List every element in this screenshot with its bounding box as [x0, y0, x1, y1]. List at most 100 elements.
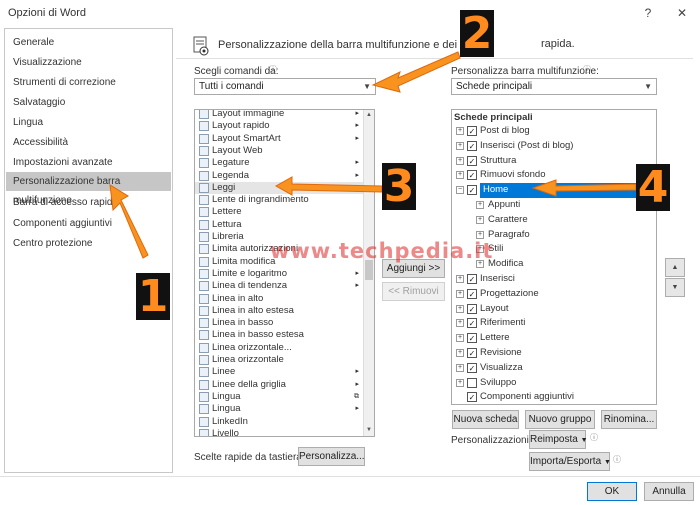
expand-icon[interactable]: + — [456, 289, 464, 298]
expand-icon[interactable]: + — [456, 363, 464, 372]
tree-checkbox[interactable]: ✓ — [467, 362, 477, 373]
new-group-button[interactable]: Nuovo gruppo — [525, 410, 595, 429]
expand-icon[interactable]: + — [456, 378, 464, 387]
expand-icon[interactable]: + — [456, 349, 464, 357]
tree-checkbox[interactable] — [467, 377, 477, 388]
tree-item[interactable]: + ✓ Struttura — [452, 154, 656, 169]
command-item[interactable]: Lingua ⧉ — [195, 391, 365, 403]
command-item[interactable]: Lettura — [195, 219, 365, 231]
tree-item[interactable]: + ✓ Progettazione — [452, 287, 656, 302]
expand-icon[interactable]: + — [476, 201, 484, 209]
sidebar-item[interactable]: Componenti aggiuntivi — [6, 214, 171, 233]
tree-checkbox[interactable]: ✓ — [467, 318, 477, 329]
sidebar-item[interactable]: Lingua — [6, 113, 171, 132]
sidebar-item[interactable]: Visualizzazione — [6, 53, 171, 72]
tree-item[interactable]: + ✓ Inserisci — [452, 272, 656, 287]
tree-checkbox[interactable]: ✓ — [467, 274, 477, 284]
scroll-down-icon[interactable]: ▼ — [364, 425, 374, 436]
cancel-button[interactable]: Annulla — [644, 482, 694, 501]
tree-item[interactable]: + ✓ Visualizza — [452, 361, 656, 376]
command-item[interactable]: Lettere — [195, 206, 365, 218]
sidebar-item[interactable]: Personalizzazione barra multifunzione — [6, 172, 171, 206]
commands-scrollbar[interactable]: ▲ ▼ — [363, 110, 374, 436]
expand-icon[interactable]: + — [456, 127, 464, 135]
command-item[interactable]: Linea orizzontale... — [195, 342, 365, 354]
tree-item[interactable]: + ✓ Revisione — [452, 346, 656, 361]
tree-item[interactable]: − ✓ Home — [452, 183, 656, 198]
expand-icon[interactable]: + — [456, 334, 464, 343]
tree-checkbox[interactable]: ✓ — [467, 126, 477, 136]
help-icon[interactable]: ? — [637, 2, 659, 24]
tree-checkbox[interactable]: ✓ — [467, 288, 477, 299]
expand-icon[interactable]: + — [456, 141, 464, 150]
ok-button[interactable]: OK — [587, 482, 637, 501]
expand-icon[interactable]: + — [456, 156, 464, 165]
tree-checkbox[interactable]: ✓ — [467, 155, 477, 166]
command-item[interactable]: Linea orizzontale — [195, 354, 365, 366]
close-icon[interactable]: ✕ — [671, 2, 693, 24]
expand-icon[interactable]: + — [476, 215, 484, 224]
customize-ribbon-select[interactable]: Schede principali ▼ — [451, 78, 657, 95]
sidebar-item[interactable]: Salvataggio — [6, 93, 171, 112]
expand-icon[interactable]: + — [456, 275, 464, 283]
customize-shortcuts-button[interactable]: Personalizza... — [298, 447, 365, 466]
command-item[interactable]: Legature ▸ — [195, 157, 365, 169]
tree-checkbox[interactable]: ✓ — [467, 348, 477, 358]
tree-item[interactable]: + Appunti — [452, 198, 656, 213]
sidebar-item[interactable]: Strumenti di correzione — [6, 73, 171, 92]
command-item[interactable]: LinkedIn — [195, 416, 365, 428]
tree-item[interactable]: + Sviluppo — [452, 376, 656, 391]
command-item[interactable]: Linea in basso — [195, 317, 365, 329]
command-item[interactable]: Layout SmartArt ▸ — [195, 133, 365, 145]
commands-list[interactable]: Livello LinkedIn Lingua ▸ Lingua ⧉ Linee della… — [194, 109, 375, 437]
tree-item[interactable]: + Carattere — [452, 213, 656, 228]
command-item[interactable]: Linee ▸ — [195, 366, 365, 378]
command-item[interactable]: Linea di tendenza ▸ — [195, 280, 365, 292]
command-item[interactable]: Leggi — [195, 181, 365, 195]
remove-button[interactable]: << Rimuovi — [382, 282, 445, 301]
command-item[interactable]: Linea in alto — [195, 293, 365, 305]
collapse-icon[interactable]: − — [456, 186, 464, 195]
sidebar-item[interactable]: Generale — [6, 33, 171, 52]
command-item[interactable]: Layout immagine ▸ — [195, 110, 365, 120]
command-item[interactable]: Legenda ▸ — [195, 170, 365, 182]
tree-item[interactable]: + ✓ Lettere — [452, 331, 656, 346]
tree-item[interactable]: + ✓ Inserisci (Post di blog) — [452, 139, 656, 154]
command-item[interactable]: Layout rapido ▸ — [195, 120, 365, 132]
tree-checkbox[interactable]: ✓ — [467, 333, 477, 344]
command-item[interactable]: Layout Web — [195, 145, 365, 157]
sidebar-item[interactable]: Barra di accesso rapido — [6, 193, 171, 212]
move-down-button[interactable]: ▼ — [665, 278, 685, 297]
expand-icon[interactable]: + — [456, 319, 464, 328]
sidebar-item[interactable]: Impostazioni avanzate — [6, 153, 171, 172]
expand-icon[interactable]: + — [476, 230, 484, 239]
rename-button[interactable]: Rinomina... — [601, 410, 657, 429]
command-item[interactable]: Linee della griglia ▸ — [195, 379, 365, 391]
sidebar-item[interactable]: Centro protezione — [6, 234, 171, 253]
command-item[interactable]: Limite e logaritmo ▸ — [195, 268, 365, 280]
command-item[interactable]: Linea in alto estesa — [195, 305, 365, 317]
tree-item[interactable]: + ✓ Layout — [452, 302, 656, 317]
command-item[interactable]: Lente di ingrandimento — [195, 194, 365, 206]
import-export-button[interactable]: Importa/Esporta ▼ — [529, 452, 611, 471]
tree-checkbox[interactable]: ✓ — [467, 303, 477, 314]
choose-commands-select[interactable]: Tutti i comandi ▼ — [194, 78, 376, 95]
reset-button[interactable]: Reimposta ▼ — [529, 430, 588, 449]
tree-checkbox[interactable]: ✓ — [467, 185, 477, 196]
scroll-up-icon[interactable]: ▲ — [364, 110, 374, 121]
expand-icon[interactable]: + — [456, 304, 464, 313]
command-item[interactable]: Linea in basso estesa — [195, 329, 365, 341]
tree-checkbox[interactable]: ✓ — [467, 392, 477, 403]
move-up-button[interactable]: ▲ — [665, 258, 685, 277]
tree-item[interactable]: + ✓ Post di blog — [452, 124, 656, 139]
scroll-thumb[interactable] — [365, 260, 373, 280]
command-item[interactable]: Livello — [195, 428, 365, 436]
tree-checkbox[interactable]: ✓ — [467, 170, 477, 181]
tree-item[interactable]: + ✓ Rimuovi sfondo — [452, 168, 656, 183]
tree-item[interactable]: + ✓ Riferimenti — [452, 316, 656, 331]
command-item[interactable]: Lingua ▸ — [195, 403, 365, 415]
tree-item[interactable]: ✓ Componenti aggiuntivi — [452, 390, 656, 404]
tree-checkbox[interactable]: ✓ — [467, 140, 477, 151]
new-tab-button[interactable]: Nuova scheda — [452, 410, 519, 429]
sidebar-item[interactable]: Accessibilità — [6, 133, 171, 152]
